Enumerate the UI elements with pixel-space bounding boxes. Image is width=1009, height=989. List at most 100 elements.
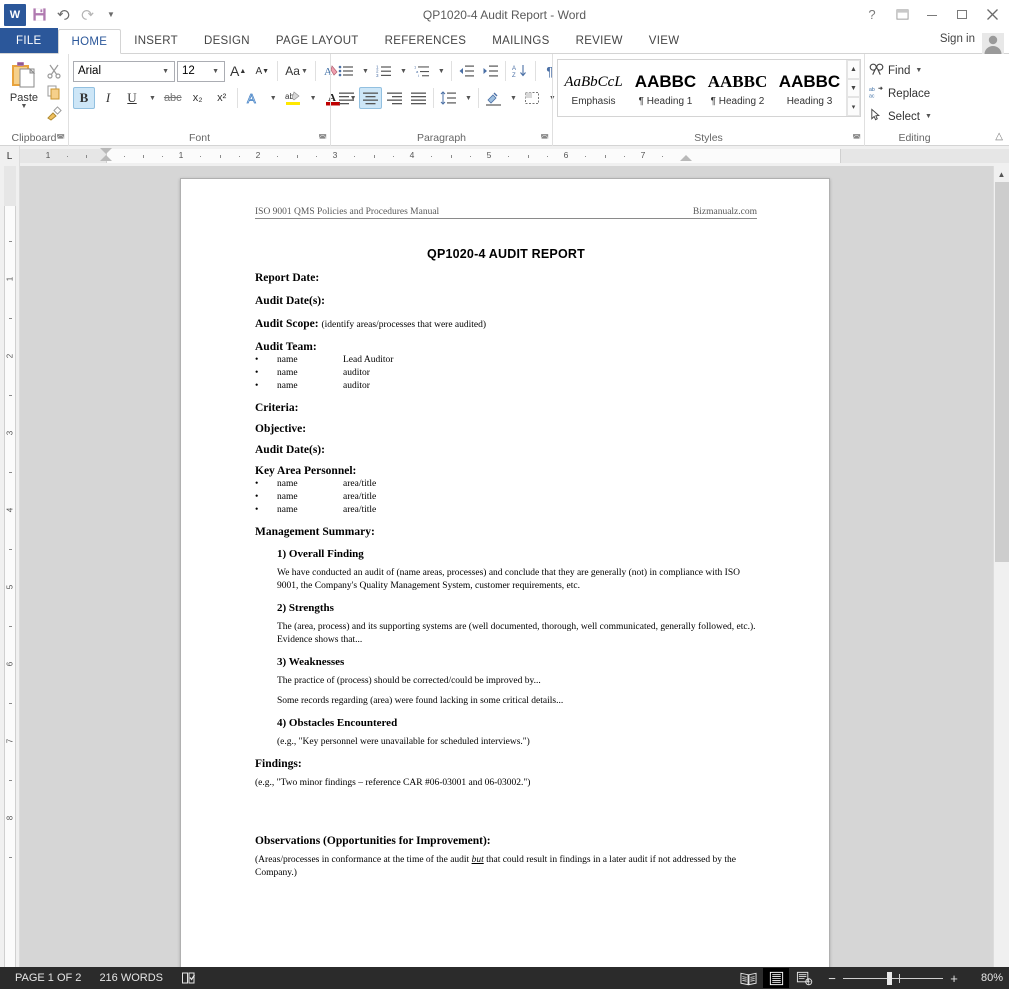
- italic-button[interactable]: I: [97, 87, 119, 109]
- customize-qat-icon[interactable]: ▼: [100, 4, 122, 26]
- copy-icon[interactable]: [44, 82, 64, 101]
- decrease-indent-icon[interactable]: [455, 60, 478, 82]
- align-left-icon[interactable]: [335, 87, 358, 109]
- tab-page-layout[interactable]: PAGE LAYOUT: [263, 28, 372, 53]
- print-layout-view-button[interactable]: [763, 968, 789, 988]
- align-right-icon[interactable]: [383, 87, 406, 109]
- bullets-dropdown-icon[interactable]: ▼: [358, 60, 372, 82]
- sort-icon[interactable]: AZ: [509, 60, 532, 82]
- scroll-up-icon[interactable]: ▲: [994, 166, 1009, 182]
- zoom-slider[interactable]: − +: [819, 971, 967, 986]
- help-icon[interactable]: ?: [857, 3, 887, 27]
- first-line-indent-marker[interactable]: [100, 148, 112, 154]
- text-effects-dropdown-icon[interactable]: ▼: [266, 87, 280, 109]
- redo-icon[interactable]: [76, 4, 98, 26]
- strikethrough-button[interactable]: abc: [161, 87, 185, 109]
- font-size-combobox[interactable]: 12 ▼: [177, 60, 225, 82]
- close-icon[interactable]: [977, 3, 1007, 27]
- highlight-dropdown-icon[interactable]: ▼: [306, 87, 320, 109]
- tab-mailings[interactable]: MAILINGS: [479, 28, 562, 53]
- styles-scroll-controls[interactable]: ▲ ▼ ▾: [846, 60, 860, 117]
- font-size-dropdown-icon[interactable]: ▼: [209, 68, 222, 75]
- sign-in-button[interactable]: Sign in: [940, 33, 975, 45]
- undo-icon[interactable]: [52, 4, 74, 26]
- zoom-out-button[interactable]: −: [827, 971, 837, 986]
- tab-design[interactable]: DESIGN: [191, 28, 263, 53]
- ribbon-display-options-icon[interactable]: [887, 3, 917, 27]
- web-layout-view-button[interactable]: [791, 968, 817, 988]
- underline-button[interactable]: U: [121, 87, 143, 109]
- change-case-button[interactable]: Aa ▼: [282, 60, 311, 82]
- document-page[interactable]: ISO 9001 QMS Policies and Procedures Man…: [180, 178, 830, 967]
- select-button[interactable]: Select ▼: [869, 107, 932, 126]
- tab-home[interactable]: HOME: [57, 29, 122, 54]
- paste-button[interactable]: Paste ▼: [4, 59, 44, 110]
- styles-dialog-launcher[interactable]: ◚: [852, 133, 861, 144]
- zoom-track[interactable]: [843, 971, 943, 985]
- paste-dropdown-icon[interactable]: ▼: [21, 103, 28, 110]
- zoom-level[interactable]: 80%: [969, 972, 1003, 984]
- grow-font-button[interactable]: A ▲: [227, 60, 249, 82]
- clipboard-dialog-launcher[interactable]: ◚: [56, 133, 65, 144]
- minimize-icon[interactable]: [917, 3, 947, 27]
- justify-icon[interactable]: [407, 87, 430, 109]
- find-button[interactable]: Find ▼: [869, 61, 922, 80]
- vertical-ruler[interactable]: 1 2 3 4 5 6 7 8: [0, 166, 20, 967]
- replace-button[interactable]: ab ac Replace: [869, 84, 930, 103]
- shrink-font-button[interactable]: A ▼: [251, 60, 273, 82]
- styles-scroll-up-icon[interactable]: ▲: [847, 60, 860, 79]
- subscript-button[interactable]: x₂: [187, 87, 209, 109]
- page-indicator[interactable]: PAGE 1 OF 2: [6, 972, 90, 984]
- text-effects-icon[interactable]: A: [242, 87, 264, 109]
- styles-scroll-down-icon[interactable]: ▼: [847, 78, 860, 98]
- tab-references[interactable]: REFERENCES: [372, 28, 480, 53]
- superscript-button[interactable]: x²: [211, 87, 233, 109]
- horizontal-ruler[interactable]: 1 1 2 3 4 5 6 7: [20, 146, 1009, 166]
- shading-dropdown-icon[interactable]: ▼: [506, 87, 520, 109]
- paragraph-dialog-launcher[interactable]: ◚: [540, 133, 549, 144]
- style-heading-2[interactable]: AABBC ¶ Heading 2: [702, 60, 774, 116]
- restore-icon[interactable]: [947, 3, 977, 27]
- underline-dropdown-icon[interactable]: ▼: [145, 87, 159, 109]
- align-center-icon[interactable]: [359, 87, 382, 109]
- numbering-dropdown-icon[interactable]: ▼: [396, 60, 410, 82]
- vertical-scrollbar[interactable]: ▲: [993, 166, 1009, 967]
- zoom-in-button[interactable]: +: [949, 971, 959, 986]
- style-heading-1[interactable]: AABBC ¶ Heading 1: [630, 60, 702, 116]
- styles-more-icon[interactable]: ▾: [847, 97, 860, 117]
- style-heading-3[interactable]: AABBC Heading 3: [774, 60, 846, 116]
- read-mode-view-button[interactable]: [735, 968, 761, 988]
- font-name-dropdown-icon[interactable]: ▼: [159, 68, 172, 75]
- line-spacing-dropdown-icon[interactable]: ▼: [461, 87, 475, 109]
- zoom-slider-thumb[interactable]: [887, 971, 892, 985]
- word-count[interactable]: 216 WORDS: [90, 972, 172, 984]
- borders-icon[interactable]: [521, 87, 544, 109]
- style-emphasis[interactable]: AaBbCcL Emphasis: [558, 60, 630, 116]
- account-avatar-icon[interactable]: [981, 31, 1005, 54]
- shading-icon[interactable]: [482, 87, 505, 109]
- styles-gallery[interactable]: AaBbCcL Emphasis AABBC ¶ Heading 1 AABBC…: [557, 59, 861, 117]
- tab-file[interactable]: FILE: [0, 28, 58, 53]
- font-dialog-launcher[interactable]: ◚: [318, 133, 327, 144]
- hanging-indent-marker[interactable]: [100, 155, 112, 161]
- multilevel-dropdown-icon[interactable]: ▼: [434, 60, 448, 82]
- find-dropdown-icon[interactable]: ▼: [915, 67, 922, 74]
- scrollbar-thumb[interactable]: [994, 182, 1009, 562]
- right-indent-marker[interactable]: [680, 155, 692, 161]
- tab-stop-selector[interactable]: L: [0, 146, 20, 166]
- font-name-combobox[interactable]: Arial ▼: [73, 60, 175, 82]
- proofing-errors-icon[interactable]: [172, 971, 206, 985]
- numbering-icon[interactable]: 123: [373, 60, 395, 82]
- text-highlight-color-icon[interactable]: ab: [282, 87, 304, 109]
- tab-review[interactable]: REVIEW: [563, 28, 636, 53]
- collapse-ribbon-icon[interactable]: △: [995, 131, 1003, 142]
- page-canvas[interactable]: ISO 9001 QMS Policies and Procedures Man…: [20, 166, 993, 967]
- tab-insert[interactable]: INSERT: [121, 28, 191, 53]
- increase-indent-icon[interactable]: [479, 60, 502, 82]
- select-dropdown-icon[interactable]: ▼: [925, 113, 932, 120]
- bold-button[interactable]: B: [73, 87, 95, 109]
- cut-icon[interactable]: [44, 61, 64, 80]
- line-spacing-icon[interactable]: [437, 87, 460, 109]
- save-icon[interactable]: [28, 4, 50, 26]
- format-painter-icon[interactable]: [44, 103, 64, 122]
